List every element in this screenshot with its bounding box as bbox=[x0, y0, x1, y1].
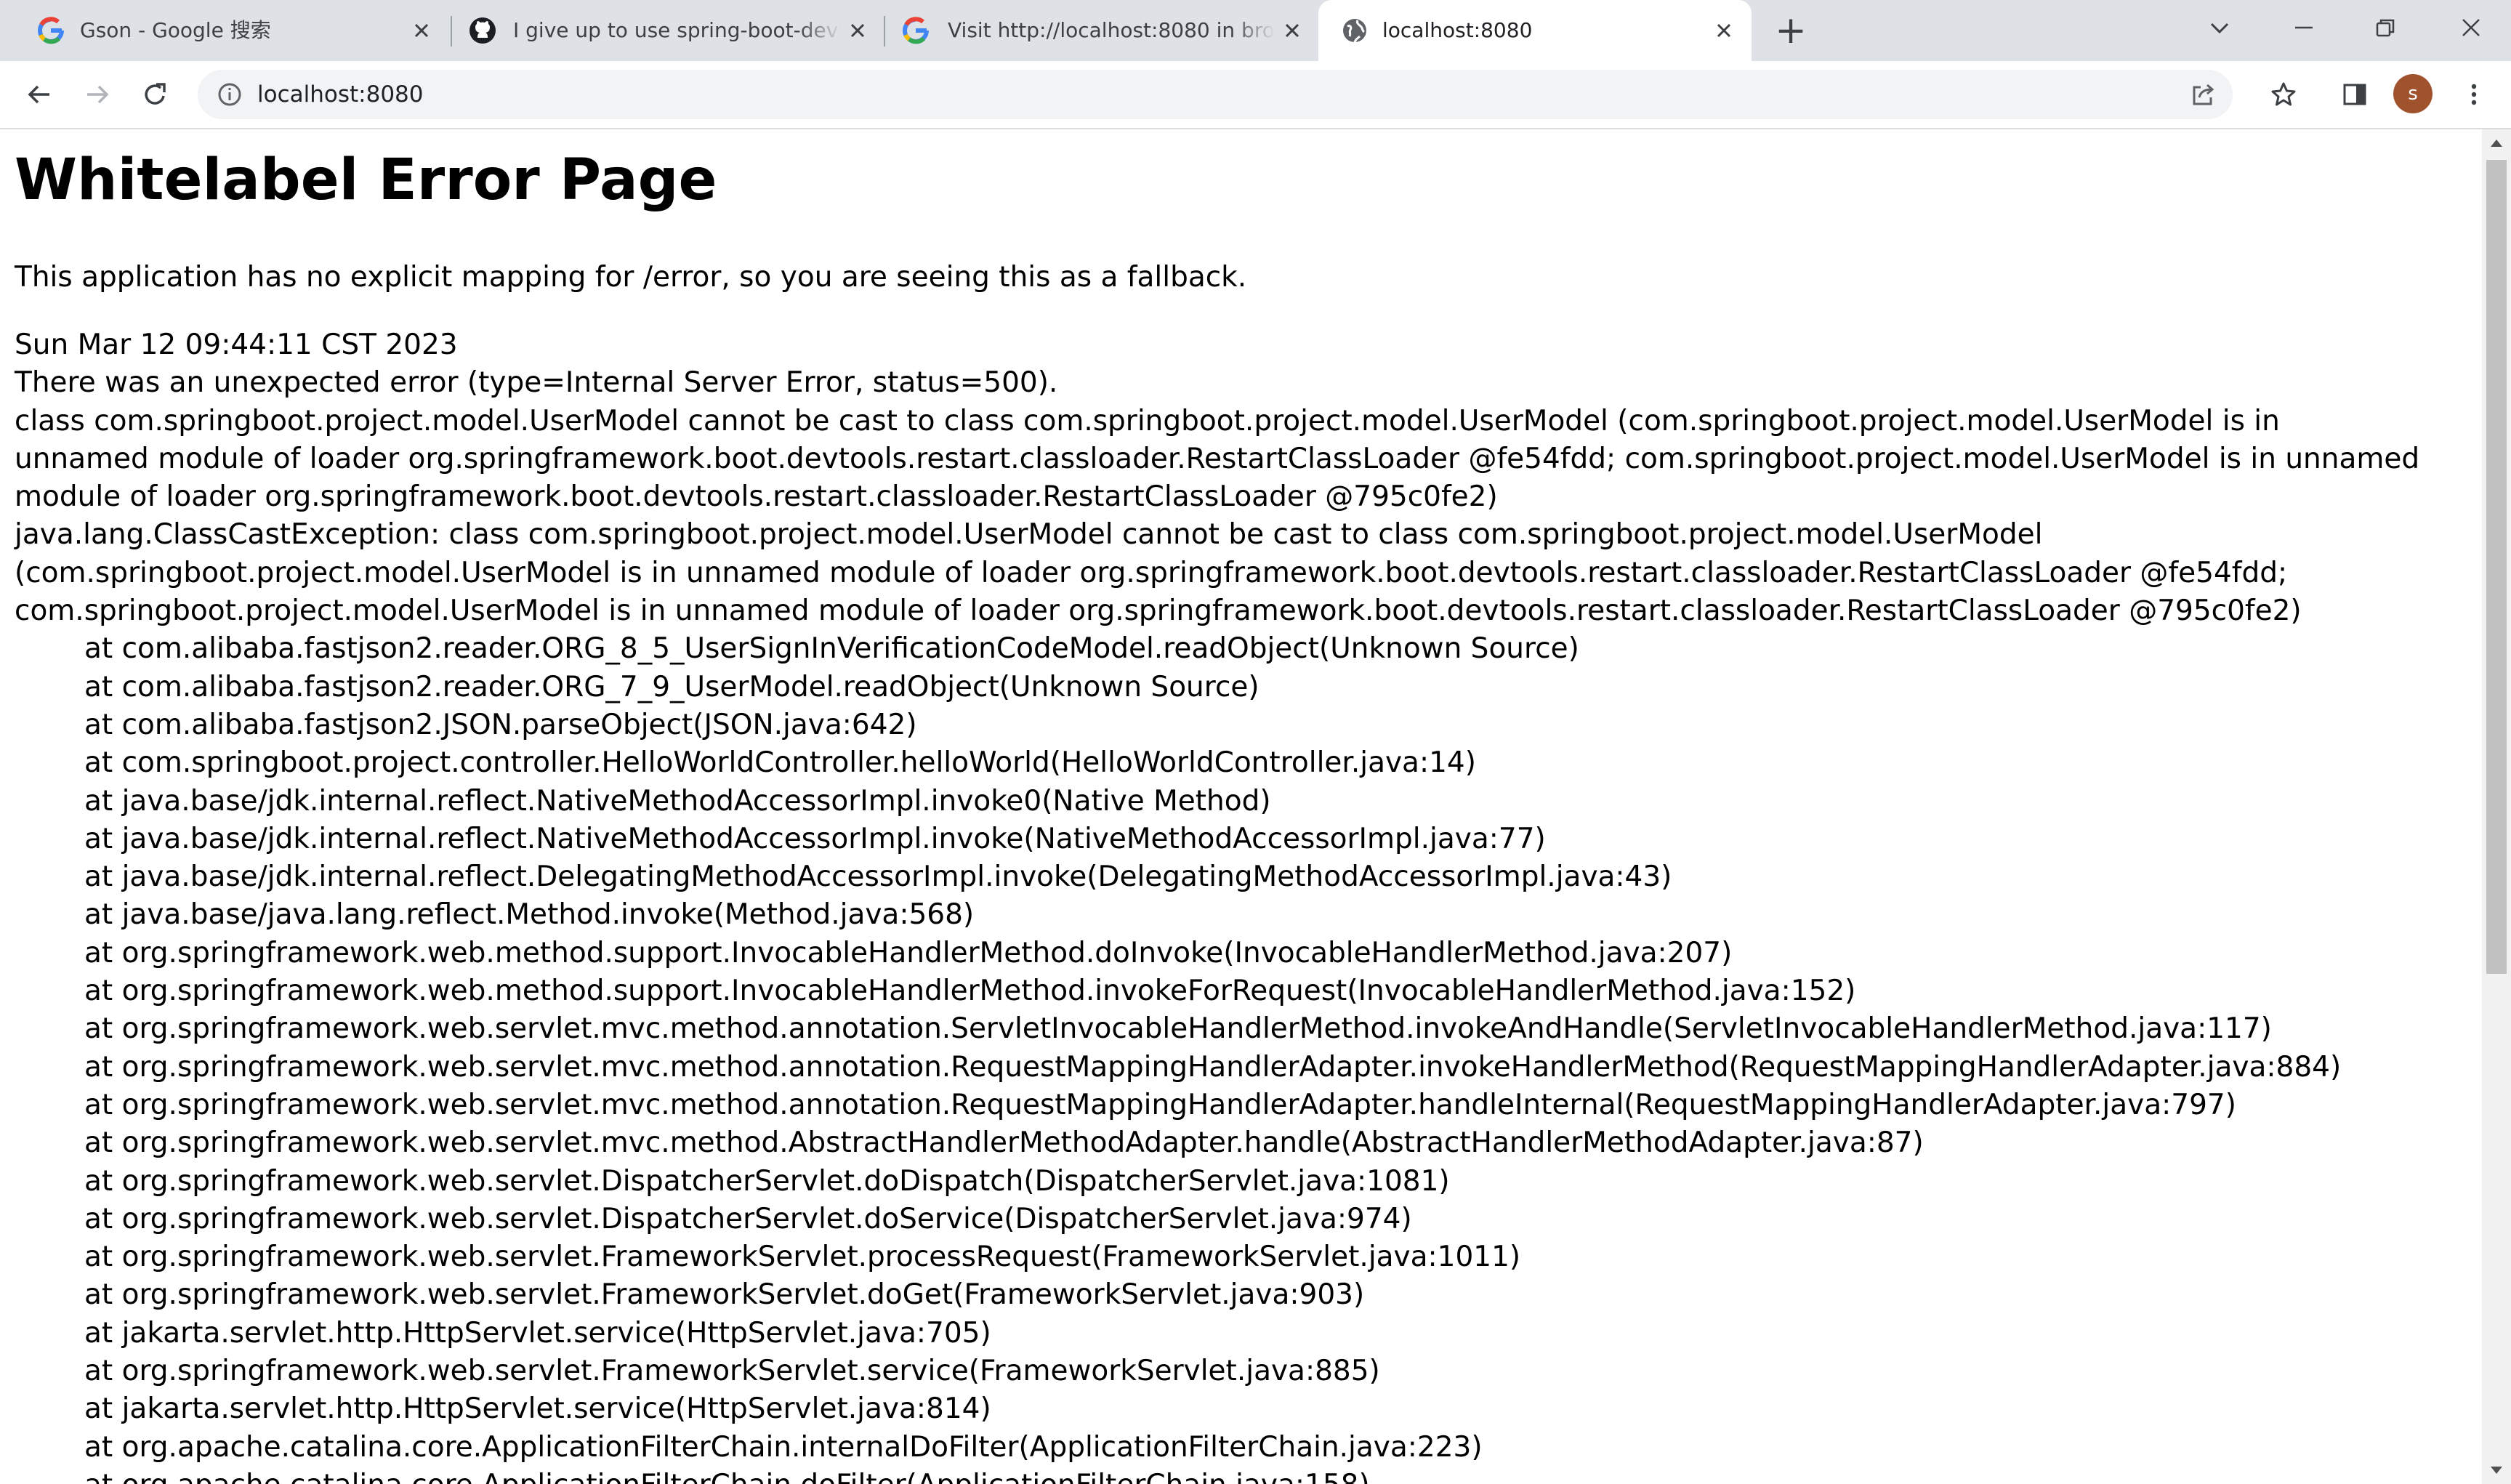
tab-title-fade bbox=[798, 15, 842, 47]
error-message: class com.springboot.project.model.UserM… bbox=[15, 404, 2420, 514]
stack-frame: at org.springframework.web.servlet.Frame… bbox=[84, 1355, 1380, 1388]
stack-frame: at org.apache.catalina.core.ApplicationF… bbox=[84, 1430, 1483, 1464]
stack-frame: at java.base/jdk.internal.reflect.Delega… bbox=[84, 860, 1672, 894]
stack-frame: at org.springframework.web.servlet.mvc.m… bbox=[84, 1126, 1924, 1160]
stack-frame: at org.apache.catalina.core.ApplicationF… bbox=[15, 1467, 2464, 1484]
fallback-message: This application has no explicit mapping… bbox=[15, 261, 1247, 294]
triangle-down-icon bbox=[2491, 1467, 2502, 1474]
new-tab-plus: + bbox=[1775, 9, 1807, 52]
tab-search-button[interactable] bbox=[2183, 0, 2256, 55]
stack-frame: at org.springframework.web.servlet.Frame… bbox=[84, 1278, 1365, 1312]
stack-frame: at org.springframework.web.servlet.mvc.m… bbox=[84, 1050, 2342, 1084]
star-icon bbox=[2271, 82, 2296, 106]
stack-frame: at org.springframework.web.servlet.Frame… bbox=[84, 1241, 1521, 1274]
chevron-down-icon bbox=[2210, 23, 2229, 34]
close-tab-icon[interactable] bbox=[1276, 15, 1308, 47]
scroll-thumb[interactable] bbox=[2486, 160, 2507, 974]
triangle-up-icon bbox=[2491, 140, 2502, 147]
share-button[interactable] bbox=[2188, 78, 2220, 110]
menu-button[interactable] bbox=[2454, 74, 2494, 115]
scroll-up-button[interactable] bbox=[2482, 129, 2511, 157]
share-icon bbox=[2193, 84, 2214, 105]
stack-frame: at jakarta.servlet.http.HttpServlet.serv… bbox=[84, 1316, 991, 1350]
tab-title: Visit http://localhost:8080 in browser bbox=[948, 18, 1275, 42]
stack-frame: at org.springframework.web.servlet.Dispa… bbox=[84, 1202, 1412, 1235]
page-viewport: Whitelabel Error Page This application h… bbox=[0, 129, 2482, 1484]
google-icon bbox=[38, 17, 64, 44]
tab-title-fade bbox=[1231, 15, 1275, 47]
exception-line: com.springboot.project.model.UserModel i… bbox=[15, 594, 2302, 628]
close-window-button[interactable] bbox=[2435, 0, 2507, 55]
stack-frame: at org.springframework.web.servlet.Dispa… bbox=[84, 1164, 1450, 1198]
bookmark-button[interactable] bbox=[2263, 74, 2304, 115]
scroll-down-button[interactable] bbox=[2482, 1456, 2511, 1484]
stack-frame: at org.springframework.web.method.suppor… bbox=[84, 936, 1733, 969]
site-info-icon[interactable] bbox=[215, 80, 244, 109]
error-summary: There was an unexpected error (type=Inte… bbox=[15, 366, 1058, 400]
stack-frame: at java.base/jdk.internal.reflect.Native… bbox=[84, 822, 1546, 855]
stack-frame: at com.alibaba.fastjson2.reader.ORG_7_9_… bbox=[84, 670, 1259, 703]
stack-frame: at com.springboot.project.controller.Hel… bbox=[84, 746, 1476, 780]
tab-localhost-active[interactable]: localhost:8080 bbox=[1318, 0, 1752, 61]
close-tab-icon[interactable] bbox=[842, 15, 874, 47]
stack-frame: at java.base/jdk.internal.reflect.Native… bbox=[84, 784, 1271, 818]
stack-frame: at org.springframework.web.servlet.mvc.m… bbox=[84, 1088, 2236, 1121]
back-arrow-icon bbox=[28, 85, 49, 104]
vertical-scrollbar[interactable] bbox=[2482, 129, 2511, 1484]
forward-button[interactable] bbox=[77, 74, 118, 115]
stack-frame: at org.springframework.web.servlet.mvc.m… bbox=[84, 1012, 2272, 1046]
close-tab-icon[interactable] bbox=[1708, 15, 1740, 47]
more-vert-icon bbox=[2471, 84, 2477, 105]
github-icon bbox=[469, 17, 496, 44]
exception-line: (com.springboot.project.model.UserModel … bbox=[15, 556, 2288, 589]
stack-frame: at jakarta.servlet.http.HttpServlet.serv… bbox=[84, 1392, 991, 1426]
globe-icon bbox=[1343, 19, 1366, 43]
restore-icon bbox=[2376, 19, 2395, 37]
side-panel-button[interactable] bbox=[2334, 74, 2375, 115]
forward-arrow-icon bbox=[87, 85, 109, 104]
error-details: Sun Mar 12 09:44:11 CST 2023 There was a… bbox=[15, 326, 2464, 1484]
tab-strip: Gson - Google 搜索 I give up to use spring… bbox=[0, 0, 2511, 61]
side-panel-icon bbox=[2343, 84, 2366, 105]
url-text: localhost:8080 bbox=[257, 81, 424, 108]
tab-title: I give up to use spring-boot-devtools bbox=[513, 18, 840, 42]
error-timestamp: Sun Mar 12 09:44:11 CST 2023 bbox=[15, 328, 458, 361]
minimize-icon bbox=[2295, 26, 2313, 29]
restore-button[interactable] bbox=[2349, 0, 2422, 55]
close-icon bbox=[2462, 19, 2480, 36]
reload-icon bbox=[145, 83, 166, 105]
close-tab-icon[interactable] bbox=[406, 15, 438, 47]
tab-github-issue[interactable]: I give up to use spring-boot-devtools bbox=[452, 0, 885, 61]
google-icon bbox=[903, 17, 929, 44]
exception-line: java.lang.ClassCastException: class com.… bbox=[15, 518, 2043, 552]
stack-frame: at java.base/java.lang.reflect.Method.in… bbox=[84, 898, 975, 932]
new-tab-button[interactable]: + bbox=[1756, 3, 1826, 58]
profile-avatar[interactable]: s bbox=[2393, 74, 2433, 113]
back-button[interactable] bbox=[19, 74, 60, 115]
page-title: Whitelabel Error Page bbox=[15, 148, 717, 213]
minimize-button[interactable] bbox=[2268, 0, 2340, 55]
address-bar[interactable]: localhost:8080 bbox=[198, 70, 2233, 119]
stack-frame: at com.alibaba.fastjson2.JSON.parseObjec… bbox=[84, 708, 917, 741]
stack-frame: at com.alibaba.fastjson2.reader.ORG_8_5_… bbox=[84, 632, 1579, 666]
tab-gson-search[interactable]: Gson - Google 搜索 bbox=[0, 0, 451, 61]
tab-title: Gson - Google 搜索 bbox=[80, 18, 271, 42]
stack-frame: at org.springframework.web.method.suppor… bbox=[84, 975, 1856, 1008]
tab-title: localhost:8080 bbox=[1382, 18, 1533, 42]
browser-toolbar: localhost:8080 s bbox=[0, 61, 2511, 129]
tab-visit-localhost[interactable]: Visit http://localhost:8080 in browser bbox=[885, 0, 1318, 61]
reload-button[interactable] bbox=[135, 74, 176, 115]
